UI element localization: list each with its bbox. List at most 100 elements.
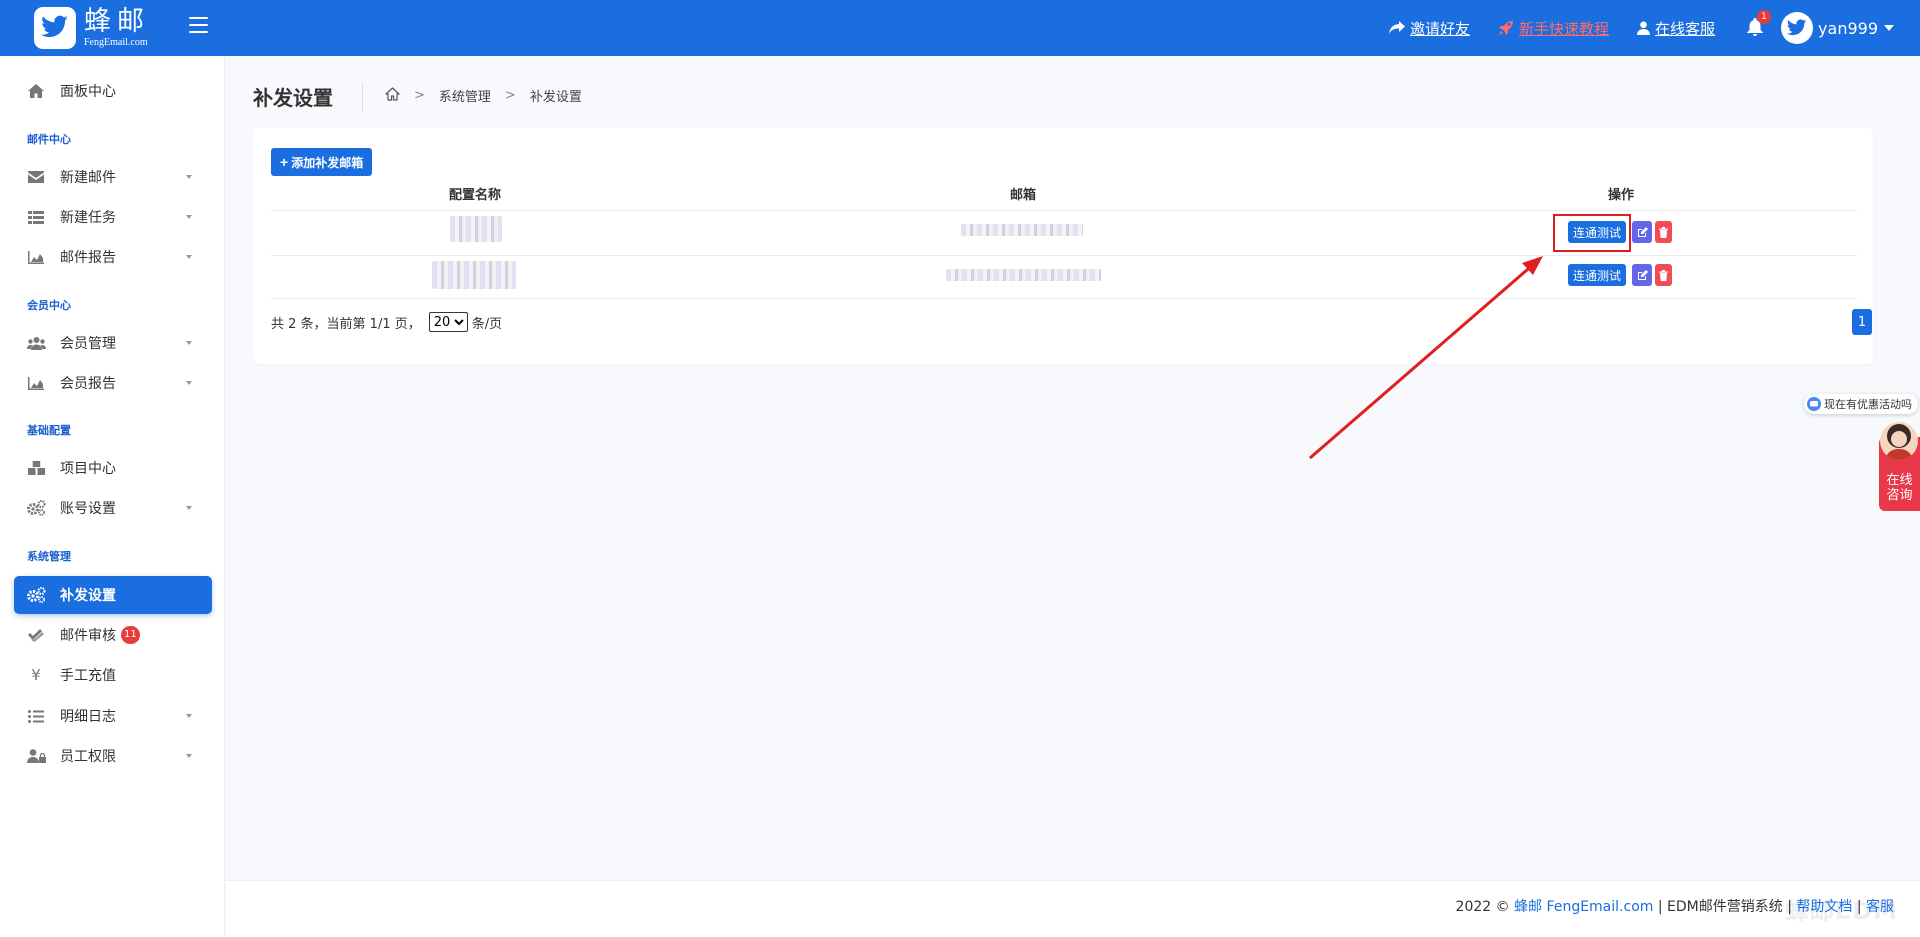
boxes-icon bbox=[26, 459, 46, 477]
annotation-highlight-box bbox=[1553, 214, 1631, 252]
envelope-icon bbox=[26, 168, 46, 186]
logo-subtitle: FengEmail.com bbox=[84, 37, 148, 48]
delete-button[interactable] bbox=[1655, 221, 1672, 243]
sidebar-section-basic: 基础配置 bbox=[27, 424, 71, 437]
menu-toggle-icon[interactable] bbox=[189, 17, 208, 33]
chevron-down-icon bbox=[186, 754, 192, 758]
tutorial-link[interactable]: 新手快速教程 bbox=[1498, 18, 1609, 39]
add-resend-mailbox-button[interactable]: + 添加补发邮箱 bbox=[271, 148, 373, 176]
user-menu[interactable]: yan999 bbox=[1781, 12, 1894, 44]
breadcrumb: > 系统管理 > 补发设置 bbox=[385, 86, 582, 105]
breadcrumb-separator-icon: > bbox=[414, 88, 425, 103]
edit-button[interactable] bbox=[1632, 221, 1652, 243]
sidebar: 面板中心 邮件中心 新建邮件 新建任务 邮件报告 会员中心 会员管理 会员报告 … bbox=[0, 56, 225, 937]
page-size-select[interactable]: 20 bbox=[428, 312, 468, 332]
sidebar-item-label: 邮件报告 bbox=[60, 250, 116, 266]
trash-icon bbox=[1659, 226, 1668, 238]
list-icon bbox=[26, 208, 46, 226]
chat-icon bbox=[1807, 397, 1821, 411]
edit-icon bbox=[1637, 269, 1648, 280]
promo-tip-bubble[interactable]: 现在有优惠活动吗 bbox=[1804, 394, 1918, 414]
delete-button[interactable] bbox=[1655, 264, 1672, 286]
home-icon[interactable] bbox=[385, 86, 400, 105]
sidebar-item-detail-log[interactable]: 明细日志 bbox=[14, 697, 212, 735]
page-number-button[interactable]: 1 bbox=[1852, 309, 1872, 335]
sidebar-item-label: 会员管理 bbox=[60, 336, 116, 352]
footer-help-link[interactable]: 帮助文档 bbox=[1796, 899, 1852, 915]
edit-button[interactable] bbox=[1632, 264, 1652, 286]
sidebar-item-account-settings[interactable]: 账号设置 bbox=[14, 489, 212, 527]
sidebar-item-dashboard[interactable]: 面板中心 bbox=[14, 72, 212, 110]
sidebar-item-staff-permission[interactable]: 员工权限 bbox=[14, 737, 212, 775]
sidebar-item-new-task[interactable]: 新建任务 bbox=[14, 198, 212, 236]
area-chart-icon bbox=[26, 374, 46, 392]
sidebar-item-mail-review[interactable]: 邮件审核 11 bbox=[14, 616, 212, 654]
column-header-actions: 操作 bbox=[1607, 188, 1635, 203]
footer-separator: | bbox=[1657, 899, 1663, 915]
email-cell bbox=[961, 224, 1083, 236]
footer-copyright: 2022 © bbox=[1455, 899, 1510, 915]
sidebar-item-resend-settings[interactable]: 补发设置 bbox=[14, 576, 212, 614]
sidebar-section-member: 会员中心 bbox=[27, 299, 71, 312]
footer-product: EDM邮件营销系统 bbox=[1667, 899, 1783, 915]
tutorial-label: 新手快速教程 bbox=[1519, 19, 1610, 38]
logo-title: 蜂邮 bbox=[84, 6, 150, 37]
avatar bbox=[1781, 12, 1814, 44]
breadcrumb-item-current: 补发设置 bbox=[529, 90, 582, 105]
sidebar-item-label: 账号设置 bbox=[60, 501, 116, 517]
bird-logo-icon bbox=[34, 7, 76, 49]
chevron-down-icon bbox=[186, 341, 192, 345]
sidebar-item-member-manage[interactable]: 会员管理 bbox=[14, 324, 212, 362]
sidebar-item-manual-recharge[interactable]: ¥ 手工充值 bbox=[14, 656, 212, 694]
users-icon bbox=[26, 334, 46, 352]
sidebar-item-project-center[interactable]: 项目中心 bbox=[14, 449, 212, 487]
cogs-icon bbox=[26, 499, 46, 517]
chevron-down-icon bbox=[1884, 25, 1894, 31]
email-cell bbox=[946, 269, 1101, 281]
sidebar-item-member-report[interactable]: 会员报告 bbox=[14, 364, 212, 402]
sidebar-item-label: 邮件审核 bbox=[60, 628, 116, 644]
chevron-down-icon bbox=[186, 506, 192, 510]
invite-friends-link[interactable]: 邀请好友 bbox=[1389, 18, 1470, 39]
yen-icon: ¥ bbox=[31, 666, 41, 684]
chevron-down-icon bbox=[186, 255, 192, 259]
user-icon bbox=[1637, 21, 1651, 35]
consult-label-line2: 咨询 bbox=[1886, 488, 1913, 503]
column-header-config-name: 配置名称 bbox=[448, 188, 502, 203]
config-name-cell bbox=[450, 216, 502, 242]
page-title: 补发设置 bbox=[253, 86, 333, 110]
notification-bell[interactable]: 1 bbox=[1747, 10, 1772, 38]
sidebar-item-mail-report[interactable]: 邮件报告 bbox=[14, 238, 212, 276]
config-name-cell bbox=[432, 261, 516, 289]
online-service-link[interactable]: 在线客服 bbox=[1637, 18, 1715, 39]
breadcrumb-item-system[interactable]: 系统管理 bbox=[439, 86, 491, 105]
sidebar-item-label: 项目中心 bbox=[60, 461, 116, 477]
home-icon bbox=[26, 82, 46, 100]
per-page-label: 条/页 bbox=[471, 316, 503, 332]
invite-friends-label: 邀请好友 bbox=[1410, 19, 1471, 38]
edit-icon bbox=[1637, 226, 1648, 237]
sidebar-item-label: 明细日志 bbox=[60, 709, 116, 725]
connection-test-button[interactable]: 连通测试 bbox=[1568, 264, 1627, 286]
title-divider bbox=[362, 82, 363, 112]
footer-brand-link[interactable]: 蜂邮 FengEmail.com bbox=[1514, 899, 1653, 915]
footer-text: 2022 © 蜂邮 FengEmail.com | EDM邮件营销系统 | 帮助… bbox=[1456, 896, 1894, 916]
table-divider bbox=[271, 255, 1857, 256]
cogs-icon bbox=[26, 586, 46, 604]
double-check-icon bbox=[26, 626, 46, 644]
sidebar-item-new-mail[interactable]: 新建邮件 bbox=[14, 158, 212, 196]
top-header: 蜂邮 FengEmail.com 邀请好友 新手快速教程 在线客服 1 yan9… bbox=[0, 0, 1920, 56]
share-icon bbox=[1389, 21, 1405, 34]
sidebar-section-system: 系统管理 bbox=[27, 550, 71, 563]
sidebar-item-label: 会员报告 bbox=[60, 376, 116, 392]
online-service-label: 在线客服 bbox=[1655, 19, 1716, 38]
chevron-down-icon bbox=[186, 714, 192, 718]
area-chart-icon bbox=[26, 248, 46, 266]
footer-service-link[interactable]: 客服 bbox=[1866, 899, 1894, 915]
sidebar-item-label: 面板中心 bbox=[60, 84, 116, 100]
sidebar-item-label: 新建邮件 bbox=[60, 170, 116, 186]
column-header-email: 邮箱 bbox=[1009, 188, 1037, 203]
sidebar-item-label: 手工充值 bbox=[60, 668, 116, 684]
footer-separator: | bbox=[1787, 899, 1792, 915]
table-divider bbox=[271, 298, 1857, 299]
